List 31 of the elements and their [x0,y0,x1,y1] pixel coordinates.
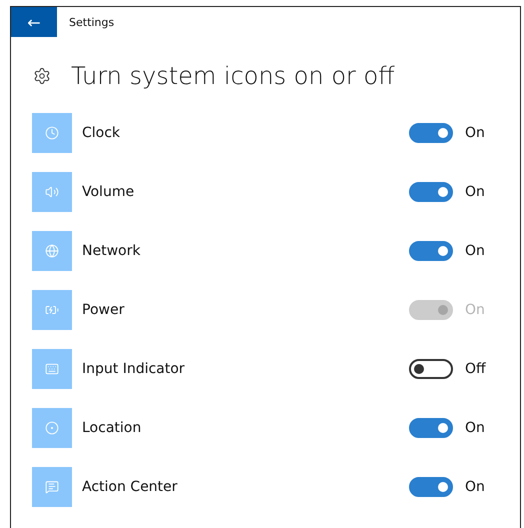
battery-icon [45,303,59,317]
globe-icon [45,244,59,258]
target-icon [45,421,59,435]
toggle-status: On [465,125,486,141]
toggle-status: On [465,479,486,495]
page-heading: Turn system icons on or off [71,62,395,90]
toggle-status: On [465,243,486,259]
message-icon [45,480,59,494]
toggle-switch[interactable] [409,418,453,438]
setting-label: Clock [82,125,122,141]
toggle-status: On [465,420,486,436]
setting-label: Action Center [82,479,178,495]
toggle-switch[interactable] [409,359,453,379]
toggle-switch[interactable] [409,123,453,143]
keyboard-icon [45,362,59,376]
toggle-switch[interactable] [409,241,453,261]
setting-label: Network [82,243,142,259]
setting-label: Volume [82,184,136,200]
back-button[interactable]: ← [11,7,57,37]
setting-label: Input Indicator [82,361,186,377]
toggle-switch[interactable] [409,477,453,497]
toggle-status: Off [465,361,487,377]
toggle-status: On [465,184,486,200]
setting-label: Location [82,420,142,436]
clock-icon [45,126,59,140]
window-title: Settings [69,16,114,28]
speaker-icon [45,185,59,199]
toggle-switch[interactable] [409,182,453,202]
setting-label: Power [82,302,126,318]
toggle-status: On [465,302,486,318]
settings-icon [33,67,51,85]
